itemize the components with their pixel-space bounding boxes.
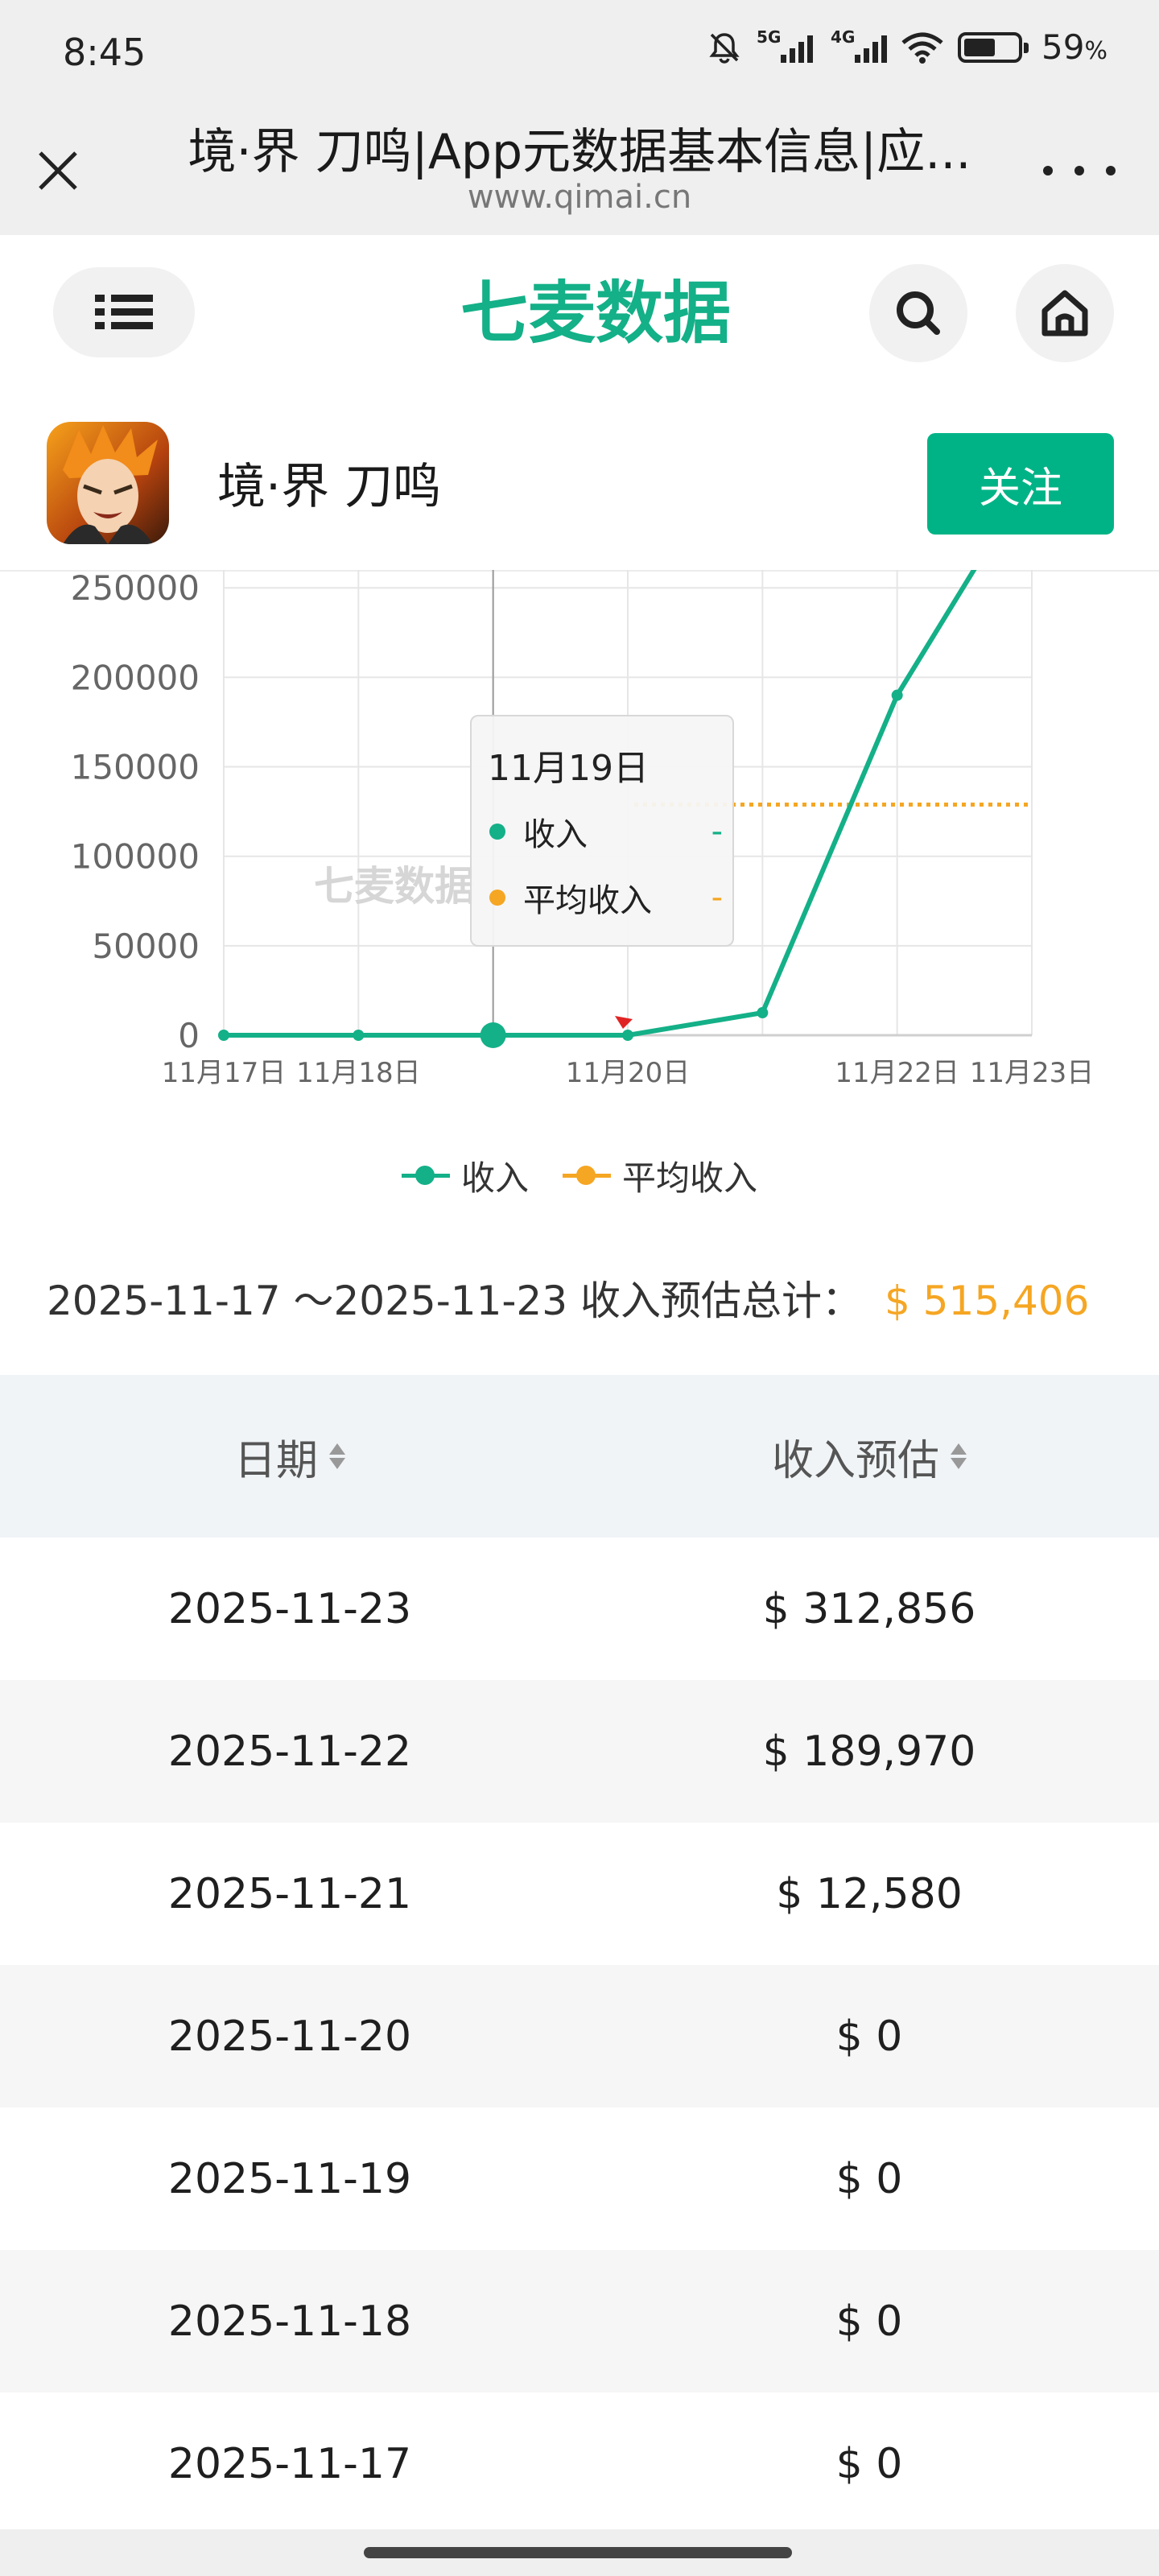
- status-icons: 5G 4G 59%: [707, 27, 1107, 67]
- home-indicator[interactable]: [364, 2547, 792, 2558]
- revenue-data-point: [622, 1030, 633, 1041]
- cell-revenue: $ 0: [835, 2439, 903, 2488]
- table-row: 2025-11-21 $ 12,580: [0, 1823, 1159, 1965]
- y-tick-label: 0: [178, 1016, 200, 1055]
- dot-icon: [1043, 166, 1053, 175]
- revenue-total: 2025-11-17 ～2025-11-23 收入预估总计： $ 515,406: [47, 1269, 1089, 1327]
- legend-item-average[interactable]: 平均收入: [563, 1151, 757, 1200]
- cell-revenue: $ 0: [835, 2012, 903, 2061]
- y-tick-label: 150000: [71, 748, 200, 787]
- signal-5g-icon: 5G: [757, 27, 814, 63]
- tooltip-revenue-value: -: [711, 813, 723, 850]
- y-tick-label: 100000: [71, 837, 200, 877]
- sort-icon: [951, 1443, 967, 1469]
- tooltip-date: 11月19日: [488, 748, 649, 789]
- table-header: 日期 收入预估: [0, 1375, 1159, 1538]
- x-tick-label: 11月17日: [162, 1057, 287, 1089]
- cell-revenue: $ 0: [835, 2154, 903, 2203]
- tooltip-row-revenue: 收入 -: [489, 808, 723, 855]
- table-row: 2025-11-22 $ 189,970: [0, 1680, 1159, 1823]
- legend-label-revenue: 收入: [460, 1158, 529, 1198]
- table-row: 2025-11-18 $ 0: [0, 2250, 1159, 2392]
- x-tick-label: 11月22日: [835, 1057, 959, 1089]
- wifi-icon: [901, 32, 943, 64]
- signal-4g-icon: 4G: [831, 27, 888, 63]
- cell-revenue: $ 189,970: [762, 1727, 976, 1776]
- search-icon: [897, 291, 940, 335]
- cell-revenue: $ 12,580: [776, 1869, 963, 1918]
- legend-item-revenue[interactable]: 收入: [401, 1151, 529, 1200]
- y-tick-label: 250000: [71, 570, 200, 608]
- table-row: 2025-11-20 $ 0: [0, 1965, 1159, 2107]
- home-icon: [1041, 290, 1088, 336]
- revenue-data-point: [891, 689, 903, 701]
- column-header-date[interactable]: 日期: [0, 1426, 580, 1487]
- revenue-dot-icon: [489, 824, 505, 840]
- tooltip-revenue-label: 收入: [523, 816, 588, 853]
- dot-icon: [1074, 166, 1084, 175]
- list-menu-icon: [95, 295, 153, 329]
- home-button[interactable]: [1016, 264, 1114, 362]
- battery-icon: [958, 31, 1029, 63]
- table-row: 2025-11-17 $ 0: [0, 2392, 1159, 2535]
- battery-unit: %: [1084, 37, 1107, 65]
- column-header-revenue-label: 收入预估: [771, 1436, 939, 1485]
- logo-text: 七麦数据: [460, 274, 731, 353]
- cell-date: 2025-11-21: [167, 1869, 412, 1918]
- revenue-table: 日期 收入预估 2025-11-23 $ 312,856 2025-11-22 …: [0, 1375, 1159, 2535]
- dot-icon: [1106, 166, 1116, 175]
- tooltip-average-label: 平均收入: [523, 882, 652, 919]
- column-header-revenue[interactable]: 收入预估: [580, 1426, 1159, 1487]
- revenue-data-point: [218, 1030, 229, 1041]
- x-tick-label: 11月23日: [970, 1057, 1095, 1089]
- legend-line-icon: [401, 1163, 450, 1187]
- x-tick-label: 11月20日: [566, 1057, 691, 1089]
- cell-date: 2025-11-19: [167, 2154, 412, 2203]
- x-tick-label: 11月18日: [296, 1057, 421, 1089]
- more-options-button[interactable]: [1043, 147, 1116, 195]
- page-title: 境·界 刀鸣|App元数据基本信息|应...: [188, 124, 971, 180]
- cell-date: 2025-11-23: [167, 1584, 412, 1633]
- total-value: $ 515,406: [884, 1278, 1090, 1324]
- total-label: 2025-11-17 ～2025-11-23 收入预估总计：: [47, 1278, 862, 1324]
- follow-button[interactable]: 关注: [927, 433, 1114, 535]
- y-tick-label: 50000: [92, 927, 200, 966]
- network-4g-label: 4G: [831, 27, 856, 47]
- chart-watermark: 七麦数据: [314, 863, 475, 910]
- close-icon[interactable]: [29, 142, 87, 200]
- revenue-data-point: [757, 1007, 769, 1019]
- event-flag-icon: [615, 1016, 633, 1029]
- chart-legend: 收入 平均收入: [0, 1143, 1159, 1208]
- search-button[interactable]: [869, 264, 967, 362]
- status-time: 8:45: [63, 31, 146, 74]
- revenue-data-point: [353, 1030, 365, 1041]
- page-url: www.qimai.cn: [467, 179, 692, 216]
- app-icon[interactable]: [47, 422, 169, 544]
- cell-date: 2025-11-17: [167, 2439, 412, 2488]
- cell-date: 2025-11-20: [167, 2012, 412, 2061]
- cell-date: 2025-11-18: [167, 2297, 412, 2346]
- menu-button[interactable]: [53, 267, 195, 357]
- cell-date: 2025-11-22: [167, 1727, 412, 1776]
- battery-percent: 59%: [1041, 27, 1107, 67]
- legend-label-average: 平均收入: [622, 1158, 758, 1198]
- table-row: 2025-11-19 $ 0: [0, 2107, 1159, 2250]
- cell-revenue: $ 0: [835, 2297, 903, 2346]
- network-5g-label: 5G: [757, 27, 782, 47]
- y-tick-label: 200000: [71, 658, 200, 697]
- battery-value: 59: [1041, 27, 1085, 67]
- tooltip-average-value: -: [711, 879, 723, 916]
- chart-tooltip: 11月19日 收入 - 平均收入 -: [470, 715, 734, 947]
- app-name: 境·界 刀鸣: [217, 459, 442, 515]
- tooltip-row-average: 平均收入 -: [489, 874, 723, 921]
- sort-icon: [329, 1443, 345, 1469]
- mute-icon: [709, 32, 740, 64]
- site-logo[interactable]: 七麦数据: [435, 266, 757, 362]
- revenue-data-point: [480, 1022, 506, 1048]
- legend-line-icon: [563, 1163, 611, 1187]
- average-dot-icon: [489, 890, 505, 906]
- column-header-date-label: 日期: [233, 1436, 318, 1485]
- table-row: 2025-11-23 $ 312,856: [0, 1538, 1159, 1680]
- cell-revenue: $ 312,856: [762, 1584, 976, 1633]
